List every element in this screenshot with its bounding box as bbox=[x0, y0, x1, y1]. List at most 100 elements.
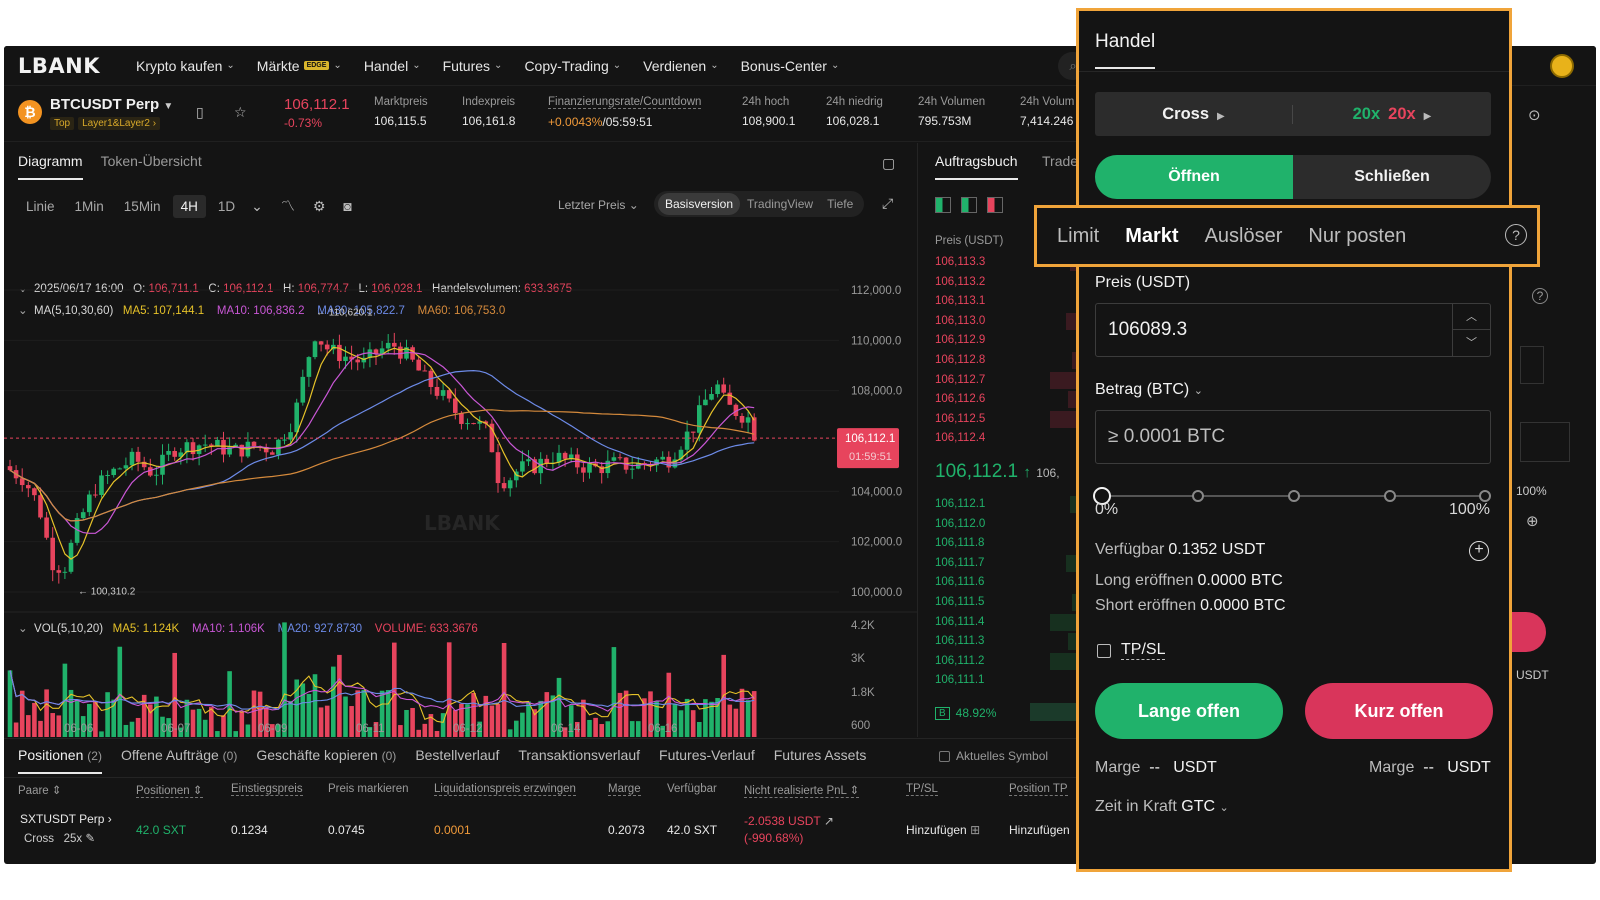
share-icon[interactable]: ↗ bbox=[824, 814, 834, 828]
ask-row[interactable]: 106,113.1 bbox=[935, 292, 1080, 311]
tab-token-overview[interactable]: Token-Übersicht bbox=[101, 153, 202, 180]
ask-row[interactable]: 106,112.9 bbox=[935, 331, 1080, 350]
view-basic[interactable]: Basisversion bbox=[658, 193, 741, 215]
slider-step-75[interactable] bbox=[1384, 490, 1396, 502]
tag-sector[interactable]: Layer1&Layer2 › bbox=[78, 117, 161, 130]
edit-icon[interactable]: ✎ bbox=[85, 833, 95, 845]
tab-diagram[interactable]: Diagramm bbox=[18, 153, 83, 180]
row-add-tpsl[interactable]: Hinzufügen ⊞ bbox=[906, 823, 980, 837]
nav-bonus-center[interactable]: Bonus-Center ⌄ bbox=[741, 58, 840, 74]
help-icon[interactable]: ? bbox=[1532, 288, 1548, 304]
tf-4h[interactable]: 4H bbox=[172, 194, 206, 218]
bid-row[interactable]: 106,111.4 bbox=[935, 613, 1080, 632]
view-depth[interactable]: Tiefe bbox=[820, 193, 860, 215]
tab-positions[interactable]: Positionen (2) bbox=[18, 747, 102, 774]
help-icon[interactable]: ? bbox=[1505, 224, 1527, 246]
tf-1d[interactable]: 1D bbox=[210, 195, 243, 218]
tpsl-toggle[interactable]: TP/SL bbox=[1097, 641, 1166, 660]
tf-line[interactable]: Linie bbox=[18, 195, 63, 218]
ask-row[interactable]: 106,112.8 bbox=[935, 351, 1080, 370]
amount-input[interactable]: ≥ 0.0001 BTC bbox=[1095, 410, 1491, 464]
time-in-force[interactable]: Zeit in Kraft GTC ⌄ bbox=[1095, 798, 1229, 816]
stat-funding-rate[interactable]: Finanzierungsrate/Countdown +0.0043%/05:5… bbox=[548, 96, 702, 129]
tab-trades[interactable]: Trade bbox=[1042, 153, 1078, 169]
book-icon[interactable]: ▯ bbox=[196, 104, 204, 121]
ask-row[interactable]: 106,112.5 bbox=[935, 410, 1080, 429]
margin-mode-button[interactable]: Cross ▶ bbox=[1095, 104, 1293, 124]
settings-icon[interactable]: ⚙ bbox=[313, 198, 326, 215]
bid-row[interactable]: 106,111.7 bbox=[935, 554, 1080, 573]
book-bids-icon[interactable] bbox=[961, 197, 977, 213]
decrement-icon[interactable]: ﹀ bbox=[1453, 330, 1490, 356]
row-add-position-tp[interactable]: Hinzufügen bbox=[1009, 823, 1070, 837]
candlestick-chart[interactable]: 112,000.0 110,000.0 108,000.0 104,000.0 102,… bbox=[4, 240, 918, 737]
bid-row[interactable]: 106,112.1 bbox=[935, 495, 1080, 514]
leverage-button[interactable]: 20x 20x ▶ bbox=[1293, 105, 1491, 124]
increment-icon[interactable]: ︿ bbox=[1453, 304, 1490, 330]
bid-row[interactable]: 106,111.1 bbox=[935, 671, 1080, 690]
tab-copy-trades[interactable]: Geschäfte kopieren (0) bbox=[256, 747, 396, 774]
panel-title[interactable]: Handel bbox=[1095, 31, 1156, 69]
col-pair[interactable]: Paare ⇕ bbox=[18, 783, 62, 797]
nav-krypto-kaufen[interactable]: Krypto kaufen ⌄ bbox=[136, 58, 235, 74]
nav-handel[interactable]: Handel ⌄ bbox=[364, 58, 421, 74]
current-symbol-filter[interactable]: Aktuelles Symbol bbox=[939, 749, 1048, 763]
window-icon[interactable]: ▢ bbox=[882, 155, 895, 172]
bid-row[interactable]: 106,111.6 bbox=[935, 573, 1080, 592]
checkbox[interactable] bbox=[939, 750, 950, 762]
bid-row[interactable]: 106,111.8 bbox=[935, 534, 1080, 553]
star-icon[interactable]: ☆ bbox=[234, 104, 247, 121]
slider-step-50[interactable] bbox=[1288, 490, 1300, 502]
view-tradingview[interactable]: TradingView bbox=[740, 193, 820, 215]
indicator-icon[interactable]: 〽 bbox=[281, 196, 295, 216]
bid-row[interactable]: 106,111.3 bbox=[935, 632, 1080, 651]
tf-15min[interactable]: 15Min bbox=[116, 195, 169, 218]
tag-top[interactable]: Top bbox=[50, 117, 75, 130]
open-tab[interactable]: Öffnen bbox=[1095, 155, 1293, 199]
nav-verdienen[interactable]: Verdienen ⌄ bbox=[643, 58, 718, 74]
nav-futures[interactable]: Futures ⌄ bbox=[443, 58, 503, 74]
ask-row[interactable]: 106,112.7 bbox=[935, 371, 1080, 390]
col-pnl[interactable]: Nicht realisierte PnL ⇕ bbox=[744, 783, 860, 798]
tab-futures-history[interactable]: Futures-Verlauf bbox=[659, 747, 755, 774]
ask-row[interactable]: 106,112.4 bbox=[935, 429, 1080, 448]
open-short-button[interactable]: Kurz offen bbox=[1305, 683, 1493, 739]
tf-1min[interactable]: 1Min bbox=[67, 195, 112, 218]
tab-open-orders[interactable]: Offene Aufträge (0) bbox=[121, 747, 237, 774]
bid-row[interactable]: 106,111.5 bbox=[935, 593, 1080, 612]
book-both-icon[interactable] bbox=[935, 197, 951, 213]
col-positions[interactable]: Positionen ⇕ bbox=[136, 783, 203, 798]
book-asks-icon[interactable] bbox=[987, 197, 1003, 213]
tab-order-history[interactable]: Bestellverlauf bbox=[415, 747, 499, 774]
type-market[interactable]: Markt bbox=[1125, 225, 1178, 248]
ask-row[interactable]: 106,113.0 bbox=[935, 312, 1080, 331]
row-leverage[interactable]: 25x bbox=[64, 833, 83, 845]
fullscreen-icon[interactable]: ⤢ bbox=[882, 195, 893, 212]
slider-step-25[interactable] bbox=[1192, 490, 1204, 502]
logo[interactable]: LBANK bbox=[18, 54, 136, 78]
ask-row[interactable]: 106,112.6 bbox=[935, 390, 1080, 409]
bid-row[interactable]: 106,112.0 bbox=[935, 515, 1080, 534]
plus-circle-icon[interactable]: ⊕ bbox=[1526, 512, 1539, 530]
type-limit[interactable]: Limit bbox=[1057, 225, 1099, 248]
row-pair[interactable]: SXTUSDT Perp › bbox=[20, 812, 112, 826]
short-button-remnant[interactable] bbox=[1510, 612, 1546, 652]
tpsl-checkbox[interactable] bbox=[1097, 643, 1111, 658]
amount-slider[interactable] bbox=[1093, 486, 1491, 506]
chevron-down-icon[interactable]: ⌄ bbox=[251, 198, 263, 215]
avatar[interactable] bbox=[1550, 54, 1574, 78]
settings-icon[interactable]: ⊙ bbox=[1528, 106, 1541, 124]
tab-futures-assets[interactable]: Futures Assets bbox=[774, 747, 867, 774]
bid-row[interactable]: 106,111.2 bbox=[935, 652, 1080, 671]
pair-selector[interactable]: BTCUSDT Perp ▼ bbox=[50, 96, 173, 113]
type-trigger[interactable]: Auslöser bbox=[1205, 225, 1283, 248]
tab-transaction-history[interactable]: Transaktionsverlauf bbox=[518, 747, 640, 774]
ask-row[interactable]: 106,113.2 bbox=[935, 273, 1080, 292]
plus-circle-icon[interactable]: + bbox=[1469, 541, 1489, 561]
nav-copy-trading[interactable]: Copy-Trading ⌄ bbox=[524, 58, 621, 74]
type-post-only[interactable]: Nur posten bbox=[1308, 225, 1406, 248]
amount-label[interactable]: Betrag (BTC) ⌄ bbox=[1095, 381, 1203, 399]
price-input[interactable]: 106089.3 ︿ ﹀ bbox=[1095, 303, 1491, 357]
close-tab[interactable]: Schließen bbox=[1293, 155, 1491, 199]
nav-maerkte[interactable]: Märkte EDGE ⌄ bbox=[257, 58, 342, 74]
